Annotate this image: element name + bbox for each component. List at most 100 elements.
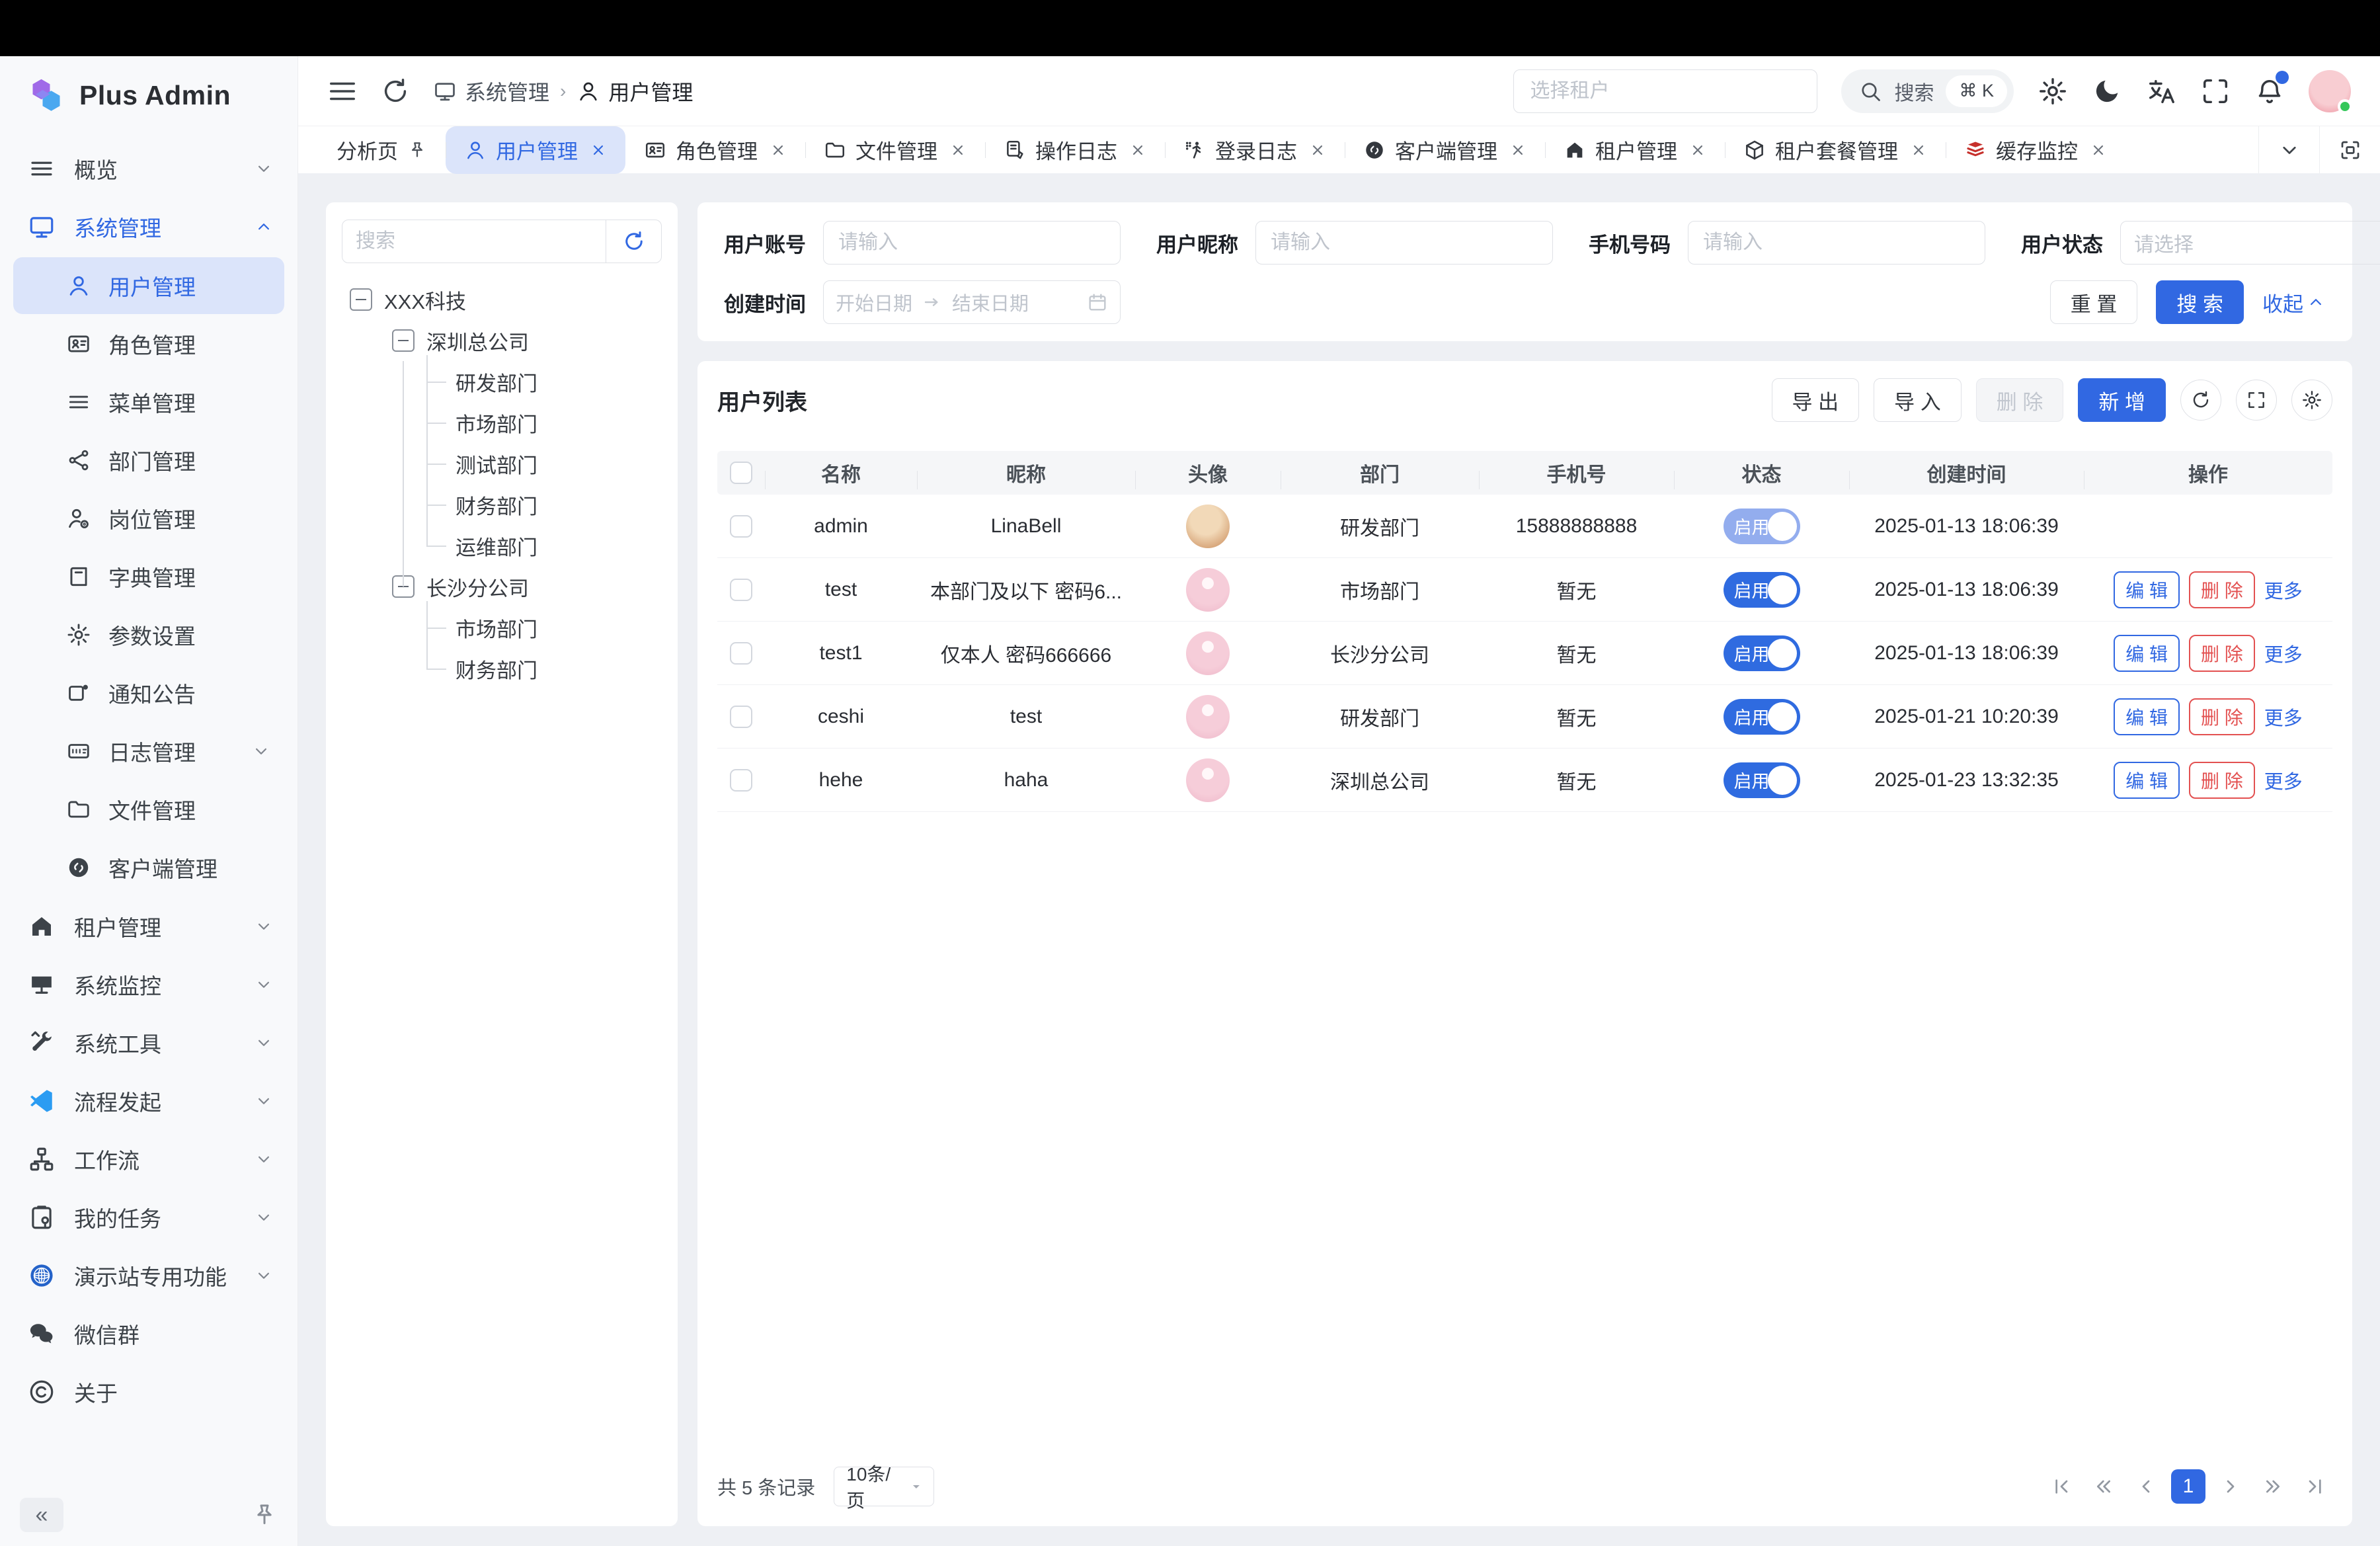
sidebar-subitem[interactable]: 字典管理 — [13, 548, 284, 605]
refresh-page-icon[interactable] — [380, 76, 411, 106]
tab[interactable]: 客户端管理 — [1345, 126, 1545, 174]
sidebar-item[interactable]: 流程发起 — [0, 1072, 298, 1130]
table-refresh-button[interactable] — [2180, 380, 2221, 421]
status-toggle[interactable]: 启用 — [1724, 509, 1800, 544]
breadcrumb-item[interactable]: 系统管理 — [433, 76, 549, 106]
delete-button[interactable]: 删 除 — [2189, 762, 2255, 799]
table-settings-button[interactable] — [2291, 380, 2332, 421]
select-row-checkbox[interactable] — [730, 769, 752, 792]
app-logo[interactable]: Plus Admin — [0, 56, 298, 134]
tab-close-icon[interactable] — [949, 142, 967, 159]
sidebar-item[interactable]: 工作流 — [0, 1130, 298, 1188]
tab-close-icon[interactable] — [1309, 142, 1326, 159]
edit-button[interactable]: 编 辑 — [2114, 571, 2180, 608]
tree-node[interactable]: 财务部门 — [342, 648, 662, 689]
tab[interactable]: 登录日志 — [1165, 126, 1345, 174]
sidebar-subitem[interactable]: 用户管理 — [13, 257, 284, 314]
sidebar-subitem[interactable]: 部门管理 — [13, 432, 284, 489]
tree-search-input[interactable] — [342, 220, 606, 263]
status-select[interactable]: 请选择 — [2120, 221, 2380, 264]
sidebar-subitem[interactable]: 参数设置 — [13, 606, 284, 663]
language-translate-icon[interactable] — [2146, 76, 2176, 106]
prev-page-button[interactable] — [2129, 1469, 2163, 1504]
tab[interactable]: 缓存监控 — [1946, 126, 2125, 174]
add-button[interactable]: 新 增 — [2078, 378, 2166, 422]
user-avatar[interactable] — [2309, 70, 2351, 112]
sidebar-subitem[interactable]: 角色管理 — [13, 315, 284, 372]
tree-node[interactable]: XXX科技 — [342, 279, 662, 320]
tree-node[interactable]: 运维部门 — [342, 525, 662, 566]
tree-node[interactable]: 长沙分公司 — [342, 566, 662, 607]
reset-button[interactable]: 重 置 — [2050, 280, 2138, 324]
global-search-button[interactable]: 搜索 ⌘ K — [1841, 69, 2014, 113]
nickname-input[interactable] — [1255, 221, 1553, 264]
tab[interactable]: 用户管理 — [446, 126, 625, 174]
tree-collapse-box[interactable] — [392, 329, 415, 352]
tree-collapse-box[interactable] — [350, 288, 372, 311]
sidebar-subitem[interactable]: 通知公告 — [13, 665, 284, 721]
status-toggle[interactable]: 启用 — [1724, 699, 1800, 735]
sidebar-item[interactable]: 租户管理 — [0, 897, 298, 956]
sidebar-subitem[interactable]: 岗位管理 — [13, 490, 284, 547]
tree-node[interactable]: 深圳总公司 — [342, 320, 662, 361]
dark-mode-moon-icon[interactable] — [2092, 76, 2122, 106]
tab-close-icon[interactable] — [2090, 142, 2107, 159]
sidebar-item[interactable]: 系统监控 — [0, 956, 298, 1014]
tab-close-icon[interactable] — [590, 142, 607, 159]
sidebar-subitem[interactable]: 客户端管理 — [13, 839, 284, 896]
sidebar-item[interactable]: 演示站专用功能 — [0, 1246, 298, 1305]
tab[interactable]: 文件管理 — [805, 126, 985, 174]
tenant-select-input[interactable] — [1513, 69, 1817, 113]
more-button[interactable]: 更多 — [2264, 639, 2303, 667]
more-button[interactable]: 更多 — [2264, 703, 2303, 731]
first-page-button[interactable] — [2044, 1469, 2079, 1504]
tab-close-icon[interactable] — [1129, 142, 1146, 159]
tree-node[interactable]: 财务部门 — [342, 484, 662, 525]
edit-button[interactable]: 编 辑 — [2114, 762, 2180, 799]
export-button[interactable]: 导 出 — [1772, 378, 1860, 422]
hamburger-menu-icon[interactable] — [327, 76, 358, 106]
more-button[interactable]: 更多 — [2264, 766, 2303, 794]
settings-gear-icon[interactable] — [2038, 76, 2068, 106]
sidebar-subitem[interactable]: 日志管理 — [13, 723, 284, 780]
status-toggle[interactable]: 启用 — [1724, 572, 1800, 608]
import-button[interactable]: 导 入 — [1874, 378, 1962, 422]
more-button[interactable]: 更多 — [2264, 576, 2303, 604]
tab-pin-icon[interactable] — [407, 140, 427, 160]
delete-button[interactable]: 删 除 — [2189, 698, 2255, 735]
select-all-checkbox[interactable] — [730, 462, 752, 484]
notifications-bell-icon[interactable] — [2254, 76, 2285, 106]
tab[interactable]: 角色管理 — [625, 126, 805, 174]
jump-forward-button[interactable] — [2256, 1469, 2290, 1504]
tab[interactable]: 租户管理 — [1545, 126, 1725, 174]
sidebar-item[interactable]: 微信群 — [0, 1305, 298, 1363]
sidebar-item[interactable]: 系统工具 — [0, 1014, 298, 1072]
tab-list-dropdown-button[interactable] — [2258, 126, 2319, 173]
delete-button[interactable]: 删 除 — [2189, 571, 2255, 608]
account-input[interactable] — [823, 221, 1121, 264]
sidebar-item[interactable]: 概览 — [0, 140, 298, 198]
select-row-checkbox[interactable] — [730, 706, 752, 728]
select-row-checkbox[interactable] — [730, 515, 752, 538]
tab-close-icon[interactable] — [770, 142, 787, 159]
date-range-picker[interactable]: 开始日期 结束日期 — [823, 280, 1121, 324]
tree-node[interactable]: 研发部门 — [342, 361, 662, 402]
sidebar-subitem[interactable]: 菜单管理 — [13, 374, 284, 430]
sidebar-item[interactable]: 关于 — [0, 1363, 298, 1421]
tab[interactable]: 分析页 — [318, 126, 446, 174]
current-page-button[interactable]: 1 — [2171, 1469, 2205, 1504]
select-row-checkbox[interactable] — [730, 579, 752, 601]
tree-node[interactable]: 市场部门 — [342, 402, 662, 443]
tab[interactable]: 租户套餐管理 — [1725, 126, 1946, 174]
sidebar-item[interactable]: 我的任务 — [0, 1188, 298, 1246]
tab-close-icon[interactable] — [1910, 142, 1927, 159]
collapse-filters-link[interactable]: 收起 — [2262, 288, 2326, 317]
tree-node[interactable]: 市场部门 — [342, 607, 662, 648]
search-button[interactable]: 搜 索 — [2156, 280, 2244, 324]
tab-close-icon[interactable] — [1509, 142, 1527, 159]
tab[interactable]: 操作日志 — [985, 126, 1165, 174]
tree-node[interactable]: 测试部门 — [342, 443, 662, 484]
sidebar-item[interactable]: 系统管理 — [0, 198, 298, 256]
next-page-button[interactable] — [2213, 1469, 2248, 1504]
tree-refresh-button[interactable] — [606, 220, 661, 263]
